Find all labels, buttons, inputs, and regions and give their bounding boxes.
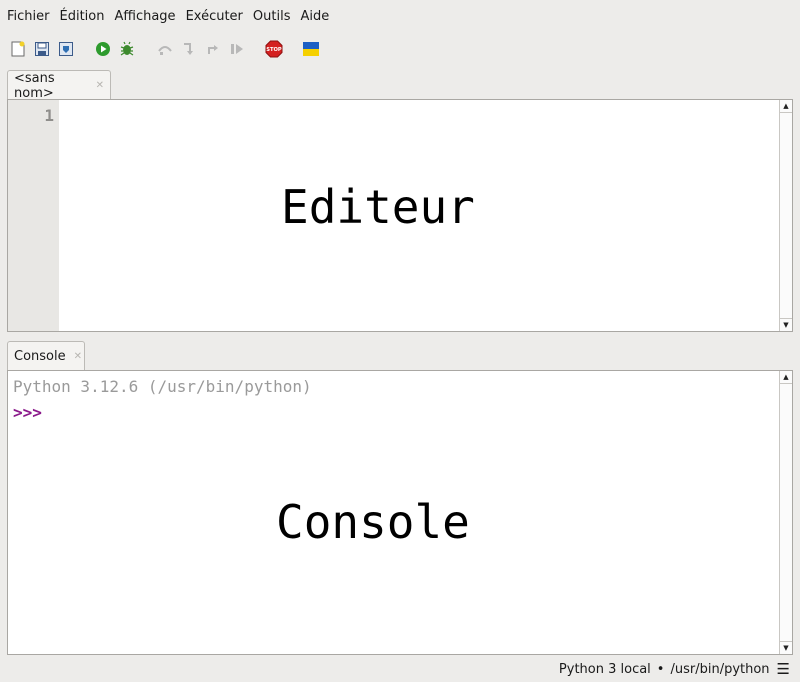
status-bar: Python 3 local • /usr/bin/python ☰ <box>0 656 800 682</box>
editor-tab-label: <sans nom> <box>14 70 55 101</box>
status-separator: • <box>656 661 665 677</box>
console-tab-label: Console <box>14 349 66 364</box>
line-number-gutter: 1 <box>8 100 59 331</box>
debug-button[interactable] <box>117 39 137 59</box>
interpreter-status[interactable]: Python 3 local • /usr/bin/python <box>559 662 770 677</box>
resume-icon <box>231 44 243 54</box>
tab-editor-untitled[interactable]: <sans nom> ✕ <box>7 70 111 101</box>
close-icon[interactable]: ✕ <box>96 80 104 91</box>
toolbar: STOP <box>0 36 800 64</box>
close-icon[interactable]: ✕ <box>74 351 82 362</box>
open-file-icon <box>35 42 49 56</box>
step-out-button[interactable] <box>203 39 223 59</box>
resume-button[interactable] <box>227 39 247 59</box>
open-file-button[interactable] <box>32 39 52 59</box>
run-icon <box>96 42 110 56</box>
console-scrollbar[interactable]: ▲ ▼ <box>779 371 792 654</box>
console-prompt: >>> <box>13 403 42 422</box>
step-over-icon <box>158 46 172 55</box>
editor-pane[interactable]: 1 Editeur ▲ ▼ <box>7 99 793 332</box>
debug-icon <box>120 41 134 56</box>
menu-fichier[interactable]: Fichier <box>2 9 55 24</box>
interpreter-name: Python 3 local <box>558 661 651 677</box>
editor-overlay-label: Editeur <box>281 180 475 234</box>
hamburger-menu-icon[interactable]: ☰ <box>777 660 790 678</box>
line-number: 1 <box>44 106 54 125</box>
console-overlay-label: Console <box>276 495 470 549</box>
save-file-icon <box>59 42 73 56</box>
new-file-button[interactable] <box>8 39 28 59</box>
step-into-button[interactable] <box>179 39 199 59</box>
step-over-button[interactable] <box>155 39 175 59</box>
console-pane[interactable]: Python 3.12.6 (/usr/bin/python) >>> Cons… <box>7 370 793 655</box>
run-button[interactable] <box>93 39 113 59</box>
menu-bar: Fichier Édition Affichage Exécuter Outil… <box>0 0 800 32</box>
interpreter-path: /usr/bin/python <box>670 661 770 677</box>
scroll-down-icon[interactable]: ▼ <box>780 318 792 331</box>
menu-edition[interactable]: Édition <box>55 9 110 24</box>
ukraine-flag-icon <box>303 42 319 56</box>
step-into-icon <box>184 43 193 55</box>
editor-scrollbar[interactable]: ▲ ▼ <box>779 100 792 331</box>
stop-button[interactable]: STOP <box>264 39 284 59</box>
stop-icon: STOP <box>265 40 283 58</box>
menu-outils[interactable]: Outils <box>248 9 296 24</box>
scroll-up-icon[interactable]: ▲ <box>780 371 792 384</box>
scroll-down-icon[interactable]: ▼ <box>780 641 792 654</box>
step-out-icon <box>208 45 218 54</box>
scroll-up-icon[interactable]: ▲ <box>780 100 792 113</box>
console-banner: Python 3.12.6 (/usr/bin/python) <box>13 377 312 396</box>
ukraine-flag-button[interactable] <box>301 39 321 59</box>
menu-affichage[interactable]: Affichage <box>109 9 180 24</box>
stop-icon-text: STOP <box>266 47 282 53</box>
new-file-icon <box>11 41 25 57</box>
menu-executer[interactable]: Exécuter <box>181 9 248 24</box>
save-file-button[interactable] <box>56 39 76 59</box>
menu-aide[interactable]: Aide <box>295 9 334 24</box>
tab-console[interactable]: Console ✕ <box>7 341 85 371</box>
